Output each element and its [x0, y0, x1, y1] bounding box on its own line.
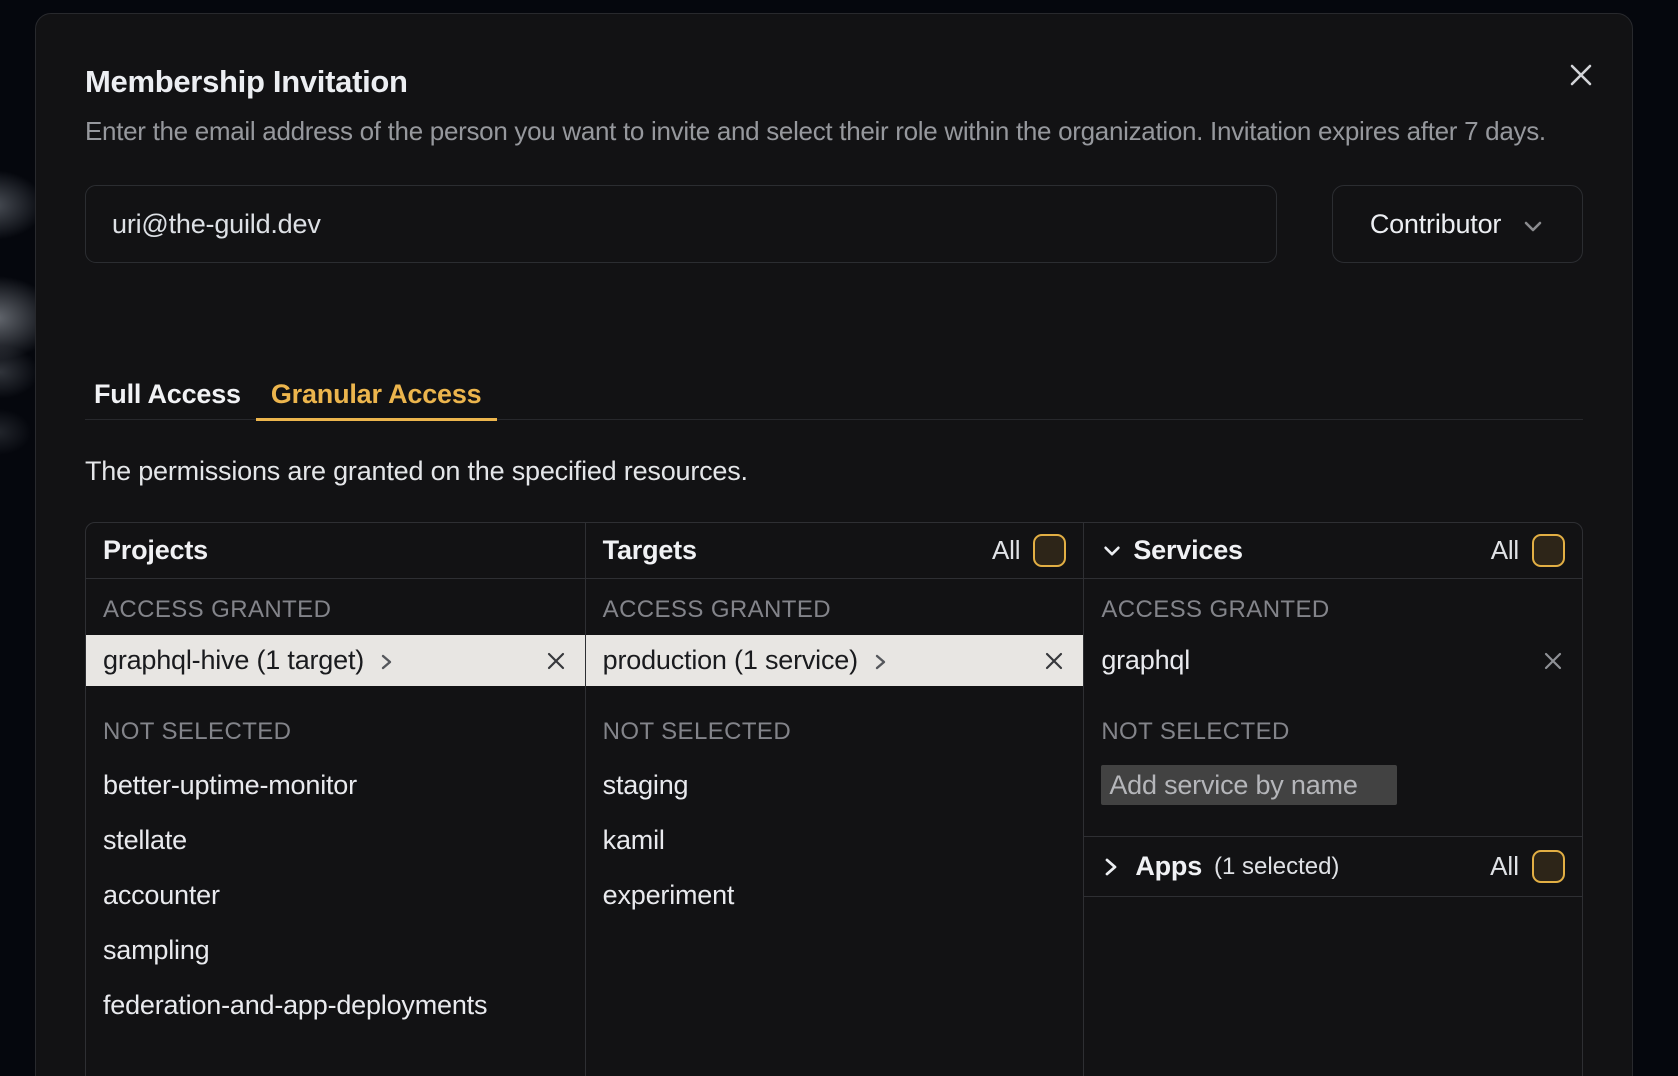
projects-not-selected-list: better-uptime-monitor stellate accounter…	[86, 758, 585, 1033]
apps-all-checkbox[interactable]	[1532, 850, 1565, 883]
remove-service-button[interactable]	[1541, 649, 1565, 673]
page-background: Membership Invitation Enter the email ad…	[0, 0, 1678, 1076]
services-section: ACCESS GRANTED graphql NOT SELECTED	[1084, 592, 1582, 837]
projects-column-header: Projects	[86, 523, 585, 579]
resource-selector-table: Projects Targets All Services All	[85, 522, 1583, 1076]
services-all-group: All	[1491, 534, 1565, 567]
targets-column-body: ACCESS GRANTED production (1 service) NO…	[585, 579, 1084, 1076]
services-all-label: All	[1491, 535, 1519, 566]
project-item[interactable]: stellate	[86, 813, 585, 868]
target-granted-label: production (1 service)	[603, 645, 858, 676]
project-item[interactable]: better-uptime-monitor	[86, 758, 585, 813]
project-granted-label: graphql-hive (1 target)	[103, 645, 364, 676]
project-granted-row[interactable]: graphql-hive (1 target)	[86, 635, 585, 686]
add-service-input[interactable]	[1101, 765, 1397, 805]
services-column-header: Services All	[1083, 523, 1582, 579]
remove-target-button[interactable]	[1042, 649, 1066, 673]
target-granted-row[interactable]: production (1 service)	[586, 635, 1084, 686]
close-icon	[1566, 60, 1596, 90]
tab-full-access[interactable]: Full Access	[85, 370, 256, 421]
services-column-body: ACCESS GRANTED graphql NOT SELECTED Apps	[1083, 579, 1582, 1076]
project-item[interactable]: sampling	[86, 923, 585, 978]
invite-row: Contributor	[85, 185, 1583, 263]
targets-all-checkbox[interactable]	[1033, 534, 1066, 567]
target-item[interactable]: staging	[586, 758, 1084, 813]
targets-column-header: Targets All	[585, 523, 1084, 579]
chevron-right-icon	[1101, 856, 1121, 878]
chevron-down-icon	[1521, 214, 1545, 238]
role-select[interactable]: Contributor	[1332, 185, 1583, 263]
apps-section-toggle[interactable]: Apps (1 selected) All	[1084, 837, 1582, 897]
services-header-label: Services	[1133, 535, 1243, 566]
targets-access-granted-label: ACCESS GRANTED	[603, 592, 1067, 628]
apps-selected-count: (1 selected)	[1214, 853, 1339, 881]
dialog-description: Enter the email address of the person yo…	[85, 113, 1583, 150]
target-item[interactable]: kamil	[586, 813, 1084, 868]
service-granted-row: graphql	[1084, 635, 1582, 686]
chevron-right-icon	[379, 651, 394, 673]
services-not-selected-label: NOT SELECTED	[1101, 714, 1565, 750]
targets-not-selected-label: NOT SELECTED	[603, 714, 1067, 750]
projects-header-label: Projects	[103, 535, 208, 566]
project-item[interactable]: federation-and-app-deployments	[86, 978, 585, 1033]
service-granted-label: graphql	[1101, 645, 1190, 676]
dialog-title: Membership Invitation	[85, 14, 1583, 101]
permissions-note: The permissions are granted on the speci…	[85, 456, 1583, 487]
apps-header-label: Apps	[1135, 851, 1202, 882]
projects-not-selected-label: NOT SELECTED	[103, 714, 568, 750]
projects-access-granted-label: ACCESS GRANTED	[103, 592, 568, 628]
services-all-checkbox[interactable]	[1532, 534, 1565, 567]
role-select-value: Contributor	[1370, 209, 1501, 240]
close-button[interactable]	[1564, 58, 1598, 92]
apps-all-label: All	[1490, 851, 1519, 882]
targets-all-label: All	[992, 535, 1020, 566]
tab-list: Full Access Granular Access	[85, 370, 1583, 420]
apps-all-group: All	[1490, 850, 1565, 883]
services-access-granted-label: ACCESS GRANTED	[1101, 592, 1565, 628]
email-input[interactable]	[85, 185, 1277, 263]
target-item[interactable]: experiment	[586, 868, 1084, 923]
project-item[interactable]: accounter	[86, 868, 585, 923]
chevron-down-icon	[1101, 540, 1123, 562]
tab-granular-access[interactable]: Granular Access	[256, 370, 497, 421]
chevron-right-icon	[873, 651, 888, 673]
targets-not-selected-list: staging kamil experiment	[586, 758, 1084, 923]
membership-invitation-dialog: Membership Invitation Enter the email ad…	[35, 13, 1633, 1076]
targets-header-label: Targets	[603, 535, 697, 566]
remove-project-button[interactable]	[544, 649, 568, 673]
projects-column-body: ACCESS GRANTED graphql-hive (1 target) N…	[86, 579, 585, 1076]
targets-all-group: All	[992, 534, 1066, 567]
